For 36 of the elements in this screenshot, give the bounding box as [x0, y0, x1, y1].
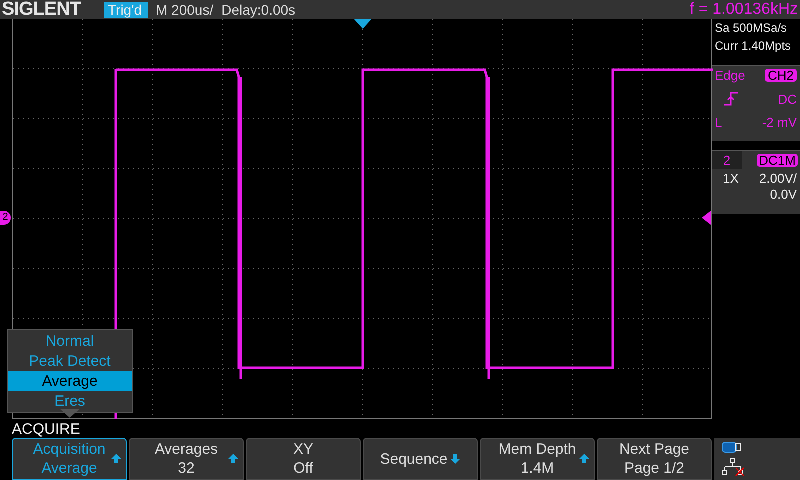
- down-arrow-icon: [450, 454, 461, 464]
- trigger-coupling: DC: [778, 92, 797, 106]
- timebase-label: M 200us/: [156, 2, 214, 16]
- frequency-readout: f = 1.00136kHz: [690, 2, 798, 18]
- softkey[interactable]: Next Page Page 1/2: [597, 438, 712, 480]
- memory-depth: Curr 1.40Mpts: [715, 40, 792, 52]
- probe-ratio: 1X: [723, 172, 739, 185]
- trigger-status: Trig'd: [104, 2, 148, 18]
- up-arrow-icon: [579, 453, 590, 464]
- delay-label: Delay:0.00s: [222, 2, 296, 16]
- softkey[interactable]: XY Off: [246, 438, 361, 480]
- menu-title: ACQUIRE: [11, 420, 82, 438]
- rising-edge-icon: [723, 92, 739, 106]
- usb-icon: [722, 442, 742, 453]
- channel-coupling-badge: DC1M: [757, 154, 798, 166]
- softkey[interactable]: Acquisition Average: [12, 438, 127, 480]
- up-arrow-icon: [228, 453, 239, 464]
- trigger-level-label: L: [715, 116, 722, 129]
- trigger-level-marker: [702, 211, 711, 225]
- menu-item[interactable]: Eres: [8, 391, 132, 411]
- vertical-scale: 2.00V/: [759, 172, 797, 185]
- up-arrow-icon: [111, 453, 122, 464]
- menu-item[interactable]: Normal: [8, 331, 132, 351]
- vertical-offset: 0.0V: [770, 188, 797, 201]
- softkey[interactable]: Mem Depth 1.4M: [480, 438, 595, 480]
- trigger-source-badge: CH2: [764, 69, 797, 82]
- sample-rate: Sa 500MSa/s: [715, 22, 788, 34]
- channel-marker: 2: [0, 211, 11, 225]
- menu-item[interactable]: Average: [8, 371, 132, 391]
- menu-item[interactable]: Peak Detect: [8, 351, 132, 371]
- softkey[interactable]: Sequence: [363, 438, 478, 480]
- softkey[interactable]: Averages 32: [129, 438, 244, 480]
- network-disconnected-icon: [722, 458, 744, 476]
- logo: SIGLENT: [2, 0, 82, 19]
- trigger-type: Edge: [715, 69, 746, 82]
- trigger-level-reading: -2 mV: [762, 116, 797, 129]
